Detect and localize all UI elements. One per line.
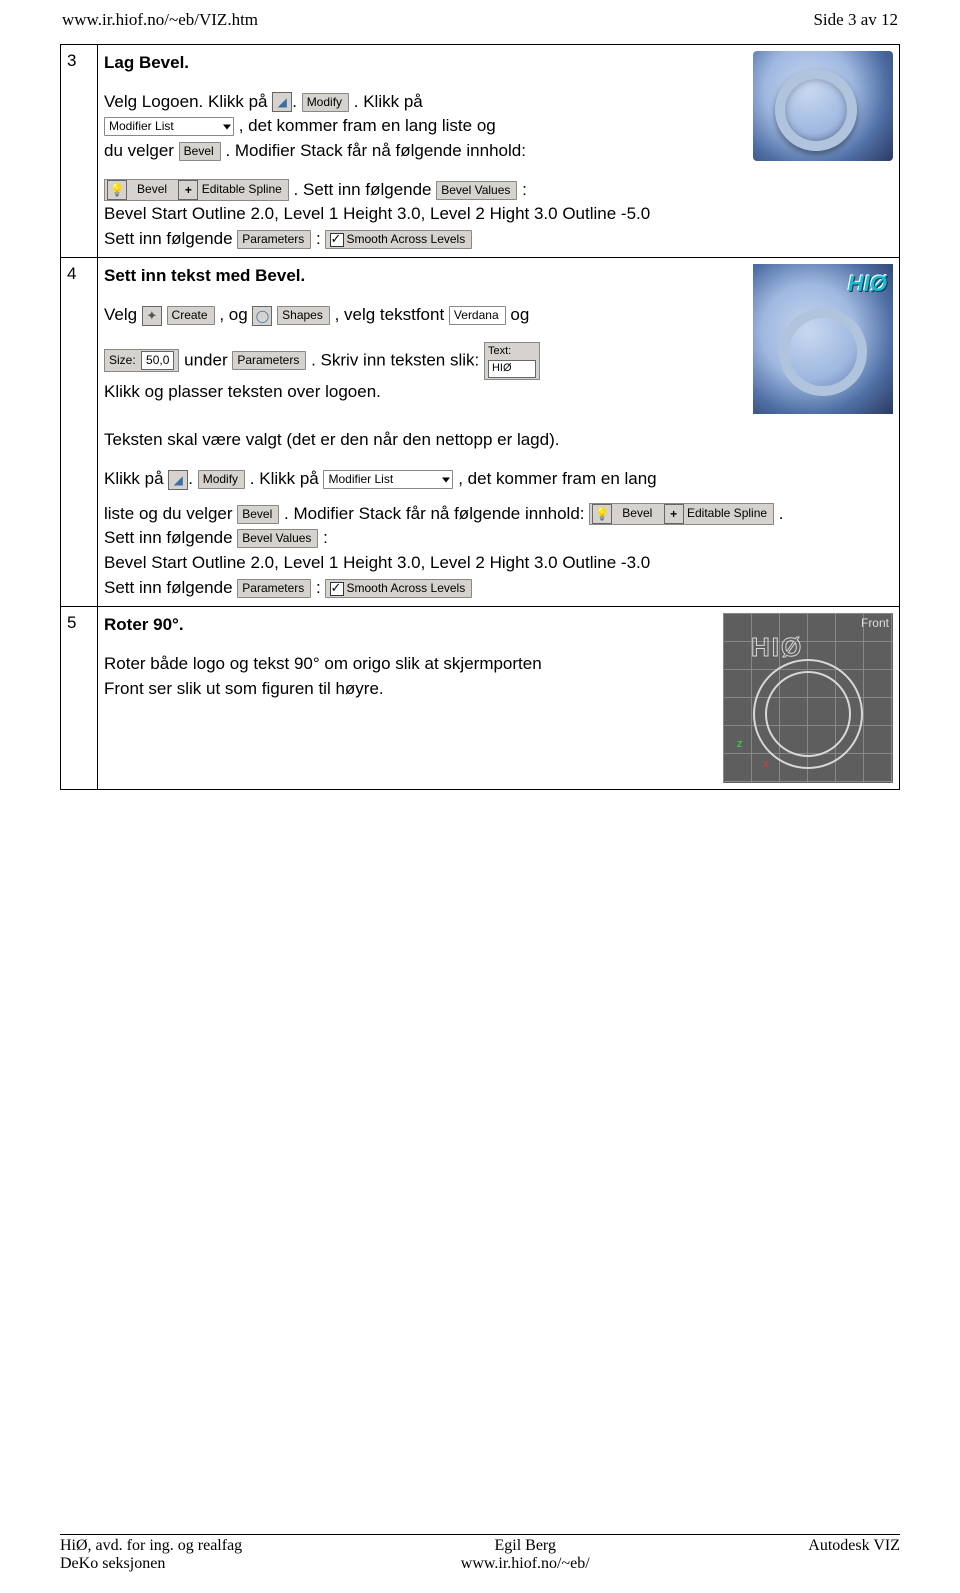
thumbnail-hio-3d: HIØ <box>753 264 893 414</box>
text: . Klikk på <box>354 92 423 111</box>
stack-bevel: Bevel <box>137 182 167 196</box>
viewport-label: Front <box>861 615 889 632</box>
table-row: 5 Roter 90°. Roter både logo og tekst 90… <box>61 607 900 790</box>
axis-x-label: x <box>763 757 769 773</box>
header-url: www.ir.hiof.no/~eb/VIZ.htm <box>62 10 258 30</box>
text: , det kommer fram en lang <box>458 469 656 488</box>
parameters-chip: Parameters <box>237 230 311 249</box>
table-row: 4 Sett inn tekst med Bevel. Velg Create … <box>61 258 900 607</box>
step-title: Sett inn tekst med Bevel. <box>104 264 745 289</box>
text: Velg Logoen. Klikk på <box>104 92 272 111</box>
parameters-chip: Parameters <box>237 579 311 598</box>
smooth-chip: Smooth Across Levels <box>325 230 472 249</box>
modify-chip: Modify <box>302 93 349 112</box>
stack-spline: Editable Spline <box>202 182 282 196</box>
page-header: www.ir.hiof.no/~eb/VIZ.htm Side 3 av 12 <box>60 10 900 30</box>
stack-bevel: Bevel <box>622 506 652 520</box>
text: Roter både logo og tekst 90° om origo sl… <box>104 652 574 701</box>
text: under <box>184 350 232 369</box>
step-title: Roter 90°. <box>104 613 715 638</box>
step-content: Sett inn tekst med Bevel. Velg Create , … <box>98 258 900 607</box>
text: : <box>316 578 325 597</box>
bevel-values-chip: Bevel Values <box>237 529 318 548</box>
footer-right: Autodesk VIZ <box>808 1537 900 1573</box>
parameters-chip: Parameters <box>232 351 306 370</box>
text: Klikk og plasser teksten over logoen. <box>104 380 745 405</box>
text: . Sett inn følgende <box>294 180 437 199</box>
text: og <box>510 305 529 324</box>
step-number: 3 <box>61 45 98 258</box>
text: , velg tekstfont <box>335 305 449 324</box>
text: Velg <box>104 305 142 324</box>
text: Klikk på <box>104 469 168 488</box>
modifier-stack: Bevel Editable Spline <box>104 179 289 201</box>
shapes-icon <box>252 306 272 326</box>
text-input: Text: HIØ <box>484 342 540 380</box>
thumbnail-logo-3d <box>753 51 893 161</box>
size-input: Size: 50,0 <box>104 349 179 372</box>
checkbox-checked-icon <box>330 233 344 247</box>
text: Sett inn følgende <box>104 229 237 248</box>
plus-icon <box>178 180 198 200</box>
text: liste og du velger <box>104 504 237 523</box>
modify-icon <box>272 92 292 112</box>
modify-icon <box>168 470 188 490</box>
wire-circle-icon <box>765 671 851 757</box>
step-content: Lag Bevel. Velg Logoen. Klikk på . Modif… <box>98 45 900 258</box>
text: : <box>316 229 325 248</box>
hio-text-label: HIØ <box>848 268 887 300</box>
modify-chip: Modify <box>198 470 245 489</box>
text: . Klikk på <box>250 469 324 488</box>
text: : <box>323 528 328 547</box>
bevel-chip: Bevel <box>237 505 279 524</box>
step-content: Roter 90°. Roter både logo og tekst 90° … <box>98 607 900 790</box>
text: du velger <box>104 141 179 160</box>
create-chip: Create <box>167 306 215 325</box>
size-label: Size: <box>109 353 136 367</box>
text: Bevel Start Outline 2.0, Level 1 Height … <box>104 202 745 227</box>
size-value: 50,0 <box>141 351 174 370</box>
footer-center: Egil Berg www.ir.hiof.no/~eb/ <box>461 1537 590 1573</box>
step-number: 4 <box>61 258 98 607</box>
bevel-chip: Bevel <box>179 142 221 161</box>
bulb-icon <box>592 504 612 524</box>
modifier-list-dropdown: Modifier List <box>323 470 453 489</box>
step-number: 5 <box>61 607 98 790</box>
thumbnail-front-viewport: Front HIØ z x <box>723 613 893 783</box>
stack-spline: Editable Spline <box>687 506 767 520</box>
text: , det kommer fram en lang liste og <box>239 116 496 135</box>
modifier-list-dropdown: Modifier List <box>104 117 234 136</box>
page-footer: HiØ, avd. for ing. og realfag DeKo seksj… <box>60 1534 900 1573</box>
verdana-chip: Verdana <box>449 306 506 325</box>
text: Sett inn følgende <box>104 528 237 547</box>
text: . <box>779 504 784 523</box>
footer-left: HiØ, avd. for ing. og realfag DeKo seksj… <box>60 1537 242 1573</box>
text: . Skriv inn teksten slik: <box>311 350 484 369</box>
smooth-chip: Smooth Across Levels <box>325 579 472 598</box>
step-title: Lag Bevel. <box>104 51 745 76</box>
bulb-icon <box>107 180 127 200</box>
text-value: HIØ <box>488 360 536 378</box>
text: Bevel Start Outline 2.0, Level 1 Height … <box>104 551 893 576</box>
text: . Modifier Stack får nå følgende innhold… <box>284 504 589 523</box>
text: , og <box>219 305 252 324</box>
text-label: Text: <box>488 345 511 357</box>
bevel-values-chip: Bevel Values <box>436 181 517 200</box>
text: Teksten skal være valgt (det er den når … <box>104 428 893 453</box>
header-page: Side 3 av 12 <box>813 10 898 30</box>
table-row: 3 Lag Bevel. Velg Logoen. Klikk på . Mod… <box>61 45 900 258</box>
checkbox-checked-icon <box>330 582 344 596</box>
steps-table: 3 Lag Bevel. Velg Logoen. Klikk på . Mod… <box>60 44 900 790</box>
axis-z-label: z <box>737 737 743 753</box>
create-icon <box>142 306 162 326</box>
page: www.ir.hiof.no/~eb/VIZ.htm Side 3 av 12 … <box>0 0 960 1593</box>
shapes-chip: Shapes <box>277 306 330 325</box>
text: : <box>522 180 527 199</box>
text: . Modifier Stack får nå følgende innhold… <box>225 141 526 160</box>
modifier-stack: Bevel Editable Spline <box>589 503 774 525</box>
plus-icon <box>664 504 684 524</box>
text: Sett inn følgende <box>104 578 237 597</box>
